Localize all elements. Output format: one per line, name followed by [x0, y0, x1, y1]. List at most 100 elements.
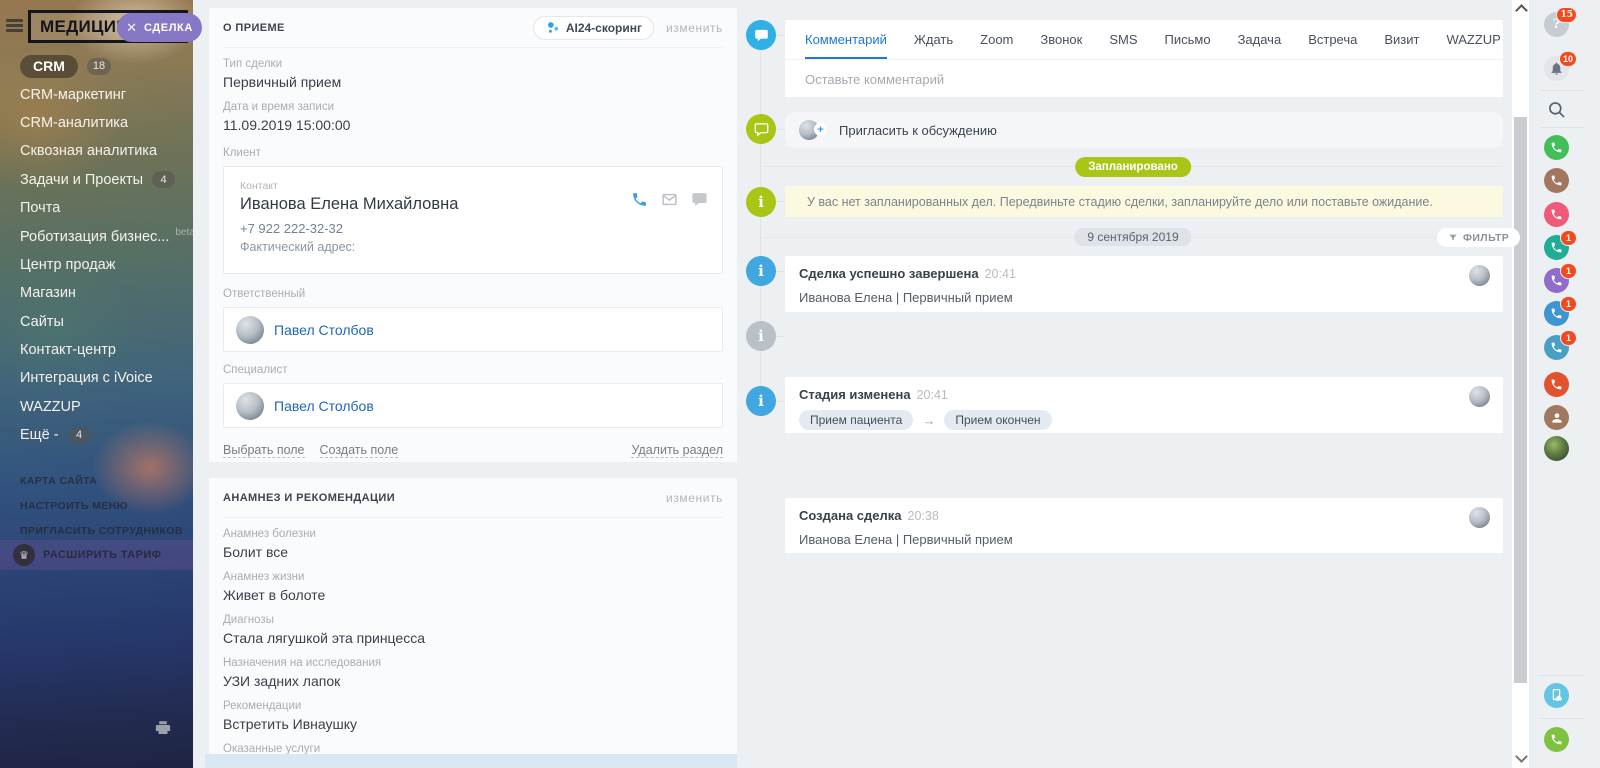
field-value[interactable]: УЗИ задних лапок	[223, 673, 723, 690]
delete-section-link[interactable]: Удалить раздел	[631, 443, 723, 458]
sidebar-item-rpa[interactable]: Роботизация бизнес...beta	[0, 222, 193, 250]
phone-channel-green-icon[interactable]	[1544, 135, 1569, 160]
phone-channel-purple-icon[interactable]: 1	[1544, 268, 1569, 293]
mobile-app-icon[interactable]	[1544, 683, 1569, 708]
phone-channel-blue-icon[interactable]: 1	[1544, 301, 1569, 326]
field-value[interactable]: Болит все	[223, 544, 723, 561]
invite-to-discussion-button[interactable]: + Пригласить к обсуждению	[785, 112, 1503, 148]
timeline-entry-deal-completed[interactable]: Сделка успешно завершена20:41 Иванова Ел…	[785, 256, 1503, 312]
field-label: Анамнез жизни	[223, 570, 723, 584]
no-planned-activities-notice: У вас нет запланированных дел. Передвинь…	[785, 186, 1503, 217]
sidebar-item-more[interactable]: Ещё -4	[0, 421, 193, 449]
sidebar-item-crm-marketing[interactable]: CRM-маркетинг	[0, 80, 193, 108]
field-value[interactable]: Живет в болоте	[223, 587, 723, 604]
contact-address[interactable]: Фактический адрес:	[240, 240, 706, 254]
sidebar-item-ivoice[interactable]: Интеграция с iVoice	[0, 364, 193, 392]
scroll-up-arrow[interactable]	[1515, 4, 1528, 17]
field-label: Клиент	[223, 146, 723, 160]
upgrade-plan-button[interactable]: ♛ РАСШИРИТЬ ТАРИФ	[0, 540, 193, 570]
field-value[interactable]: Встретить Ивнаушку	[223, 716, 723, 733]
sidebar-item-label: CRM	[20, 55, 78, 78]
contact-person-icon[interactable]	[1544, 405, 1569, 430]
avatar	[236, 316, 264, 344]
sidebar-item-sites[interactable]: Сайты	[0, 308, 193, 336]
vertical-scrollbar[interactable]	[1512, 0, 1529, 768]
deal-tab[interactable]: ✕ СДЕЛКА	[117, 13, 202, 42]
tab-wait[interactable]: Ждать	[914, 20, 953, 59]
phone-channel-teal-icon[interactable]: 1	[1544, 235, 1569, 260]
comment-input[interactable]: Оставьте комментарий	[785, 60, 1503, 99]
phone-channel-pink-icon[interactable]	[1544, 202, 1569, 227]
avatar: +	[799, 120, 819, 140]
edit-section-link[interactable]: изменить	[666, 491, 723, 505]
help-button[interactable]: ? 15	[1544, 12, 1569, 37]
section-title: О ПРИЕМЕ	[223, 22, 285, 34]
sidebar-item-end-to-end-analytics[interactable]: Сквозная аналитика	[0, 137, 193, 165]
owner-name-link[interactable]: Павел Столбов	[274, 322, 374, 338]
close-icon[interactable]: ✕	[126, 21, 137, 34]
tab-call[interactable]: Звонок	[1040, 20, 1082, 59]
channel-badge: 1	[1560, 330, 1577, 346]
sidebar-item-sales-center[interactable]: Центр продаж	[0, 251, 193, 279]
create-field-link[interactable]: Создать поле	[320, 443, 399, 458]
tab-sms[interactable]: SMS	[1109, 20, 1137, 59]
timeline-entry-stage-changed[interactable]: Стадия изменена20:41 Прием пациента → Пр…	[785, 377, 1503, 433]
user-avatar[interactable]	[1544, 436, 1569, 461]
avatar	[1469, 386, 1490, 407]
tab-zoom[interactable]: Zoom	[980, 20, 1013, 59]
tab-task[interactable]: Задача	[1238, 20, 1282, 59]
filter-funnel-icon	[1448, 233, 1458, 243]
specialist-name-link[interactable]: Павел Столбов	[274, 398, 374, 414]
entry-time: 20:38	[908, 509, 939, 523]
phone-channel-orange-icon[interactable]	[1544, 372, 1569, 397]
sidebar-item-store[interactable]: Магазин	[0, 279, 193, 307]
field-label: Ответственный	[223, 287, 723, 301]
select-field-link[interactable]: Выбрать поле	[223, 443, 305, 458]
contact-phone[interactable]: +7 922 222-32-32	[240, 221, 706, 236]
tab-visit[interactable]: Визит	[1384, 20, 1419, 59]
telephony-icon[interactable]	[1544, 727, 1569, 752]
ai-scoring-button[interactable]: AI24-скоринг	[533, 16, 654, 40]
print-icon[interactable]	[154, 719, 172, 737]
tab-wazzup[interactable]: WAZZUP	[1446, 20, 1500, 59]
sidebar-item-wazzup[interactable]: WAZZUP	[0, 393, 193, 421]
filter-button[interactable]: ФИЛЬТР	[1437, 228, 1520, 247]
call-icon[interactable]	[631, 191, 648, 208]
sidebar-item-tasks-projects[interactable]: Задачи и Проекты4	[0, 166, 193, 194]
field-label: Тип сделки	[223, 57, 723, 71]
channel-badge: 1	[1560, 296, 1577, 312]
client-card: Контакт Иванова Елена Михайловна +7 922 …	[223, 166, 723, 274]
scroll-down-arrow[interactable]	[1515, 750, 1528, 763]
sidebar-item-crm-analytics[interactable]: CRM-аналитика	[0, 109, 193, 137]
entry-subtitle: Иванова Елена | Первичный прием	[799, 532, 1489, 547]
tab-meeting[interactable]: Встреча	[1308, 20, 1357, 59]
timeline-entry-deal-created[interactable]: Создана сделка20:38 Иванова Елена | Перв…	[785, 498, 1503, 553]
appointment-datetime-value[interactable]: 11.09.2019 15:00:00	[223, 117, 723, 134]
phone-channel-brown-icon[interactable]	[1544, 168, 1569, 193]
scrollbar-thumb[interactable]	[1514, 117, 1527, 683]
configure-menu-link[interactable]: НАСТРОИТЬ МЕНЮ	[0, 493, 193, 518]
edit-section-link[interactable]: изменить	[666, 21, 723, 35]
entry-time: 20:41	[985, 267, 1016, 281]
phone-channel-steel-icon[interactable]: 1	[1544, 335, 1569, 360]
field-label: Назначения на исследования	[223, 656, 723, 670]
channel-badge: 1	[1560, 230, 1577, 246]
sidebar-item-contact-center[interactable]: Контакт-центр	[0, 336, 193, 364]
more-counter-badge: 4	[68, 427, 91, 444]
sidebar-item-mail[interactable]: Почта	[0, 194, 193, 222]
tab-email[interactable]: Письмо	[1165, 20, 1211, 59]
search-button[interactable]	[1544, 97, 1569, 122]
field-label: Дата и время записи	[223, 100, 723, 114]
sitemap-link[interactable]: КАРТА САЙТА	[0, 468, 193, 493]
hamburger-menu-icon[interactable]	[6, 19, 23, 32]
help-notification-badge: 15	[1556, 7, 1577, 23]
timeline-tabs: Комментарий Ждать Zoom Звонок SMS Письмо…	[785, 20, 1503, 60]
deal-type-value[interactable]: Первичный прием	[223, 74, 723, 91]
field-value[interactable]: Стала лягушкой эта принцесса	[223, 630, 723, 647]
arrow-right-icon: →	[922, 413, 935, 428]
chat-icon[interactable]	[691, 191, 708, 208]
tab-comment[interactable]: Комментарий	[805, 20, 887, 59]
email-icon[interactable]	[661, 191, 678, 208]
sidebar-item-crm[interactable]: CRM 18	[0, 52, 193, 80]
notifications-button[interactable]: 10	[1544, 56, 1569, 81]
